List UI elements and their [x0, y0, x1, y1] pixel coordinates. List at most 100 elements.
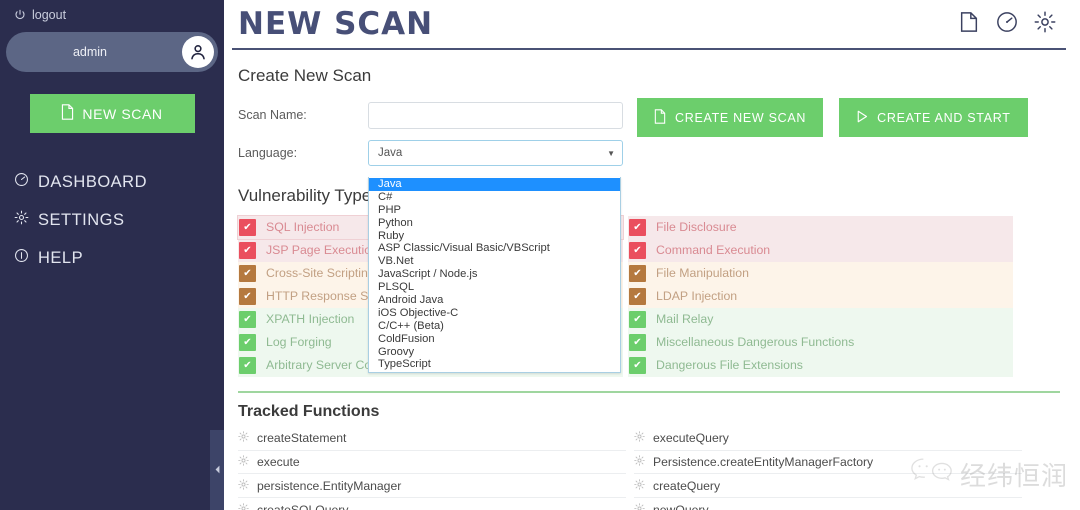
- topbar: NEW SCAN: [232, 0, 1066, 50]
- language-option[interactable]: PLSQL: [369, 281, 620, 294]
- language-option[interactable]: iOS Objective-C: [369, 307, 620, 320]
- check-icon[interactable]: ✔: [239, 287, 256, 305]
- vulnerability-row[interactable]: ✔ LDAP Injection: [628, 284, 1013, 308]
- user-name: admin: [72, 45, 108, 59]
- tracked-functions-title: Tracked Functions: [238, 402, 380, 420]
- document-icon: [61, 104, 74, 123]
- language-option[interactable]: JavaScript / Node.js: [369, 268, 620, 281]
- tracked-function-row[interactable]: createQuery: [634, 474, 1022, 499]
- tracked-function-row[interactable]: createStatement: [238, 427, 626, 451]
- sidebar-item-help[interactable]: HELP: [0, 239, 224, 277]
- check-icon[interactable]: ✔: [629, 218, 646, 236]
- check-icon[interactable]: ✔: [629, 356, 646, 374]
- user-chip[interactable]: admin: [6, 32, 218, 72]
- create-and-start-button[interactable]: CREATE AND START: [839, 98, 1028, 137]
- tracked-function-row[interactable]: Persistence.createEntityManagerFactory: [634, 451, 1022, 475]
- vulnerability-row[interactable]: ✔ Mail Relay: [628, 307, 1013, 331]
- play-icon: [856, 109, 868, 127]
- create-new-scan-label: CREATE NEW SCAN: [675, 110, 807, 125]
- language-option[interactable]: Ruby: [369, 230, 620, 243]
- check-icon[interactable]: ✔: [239, 310, 256, 328]
- language-option[interactable]: Groovy: [369, 346, 620, 359]
- new-scan-label: NEW SCAN: [82, 105, 163, 122]
- language-row: Language: Java ▼: [238, 134, 1066, 172]
- vulnerability-label: Cross-Site Scripting: [266, 266, 375, 281]
- tracked-function-row[interactable]: persistence.EntityManager: [238, 474, 626, 499]
- check-icon[interactable]: ✔: [239, 356, 256, 374]
- language-dropdown-list[interactable]: Java C# PHP Python Ruby ASP Classic/Visual Ba…: [368, 177, 621, 374]
- check-icon[interactable]: ✔: [629, 310, 646, 328]
- vulnerability-label: SQL Injection: [266, 220, 340, 235]
- language-select[interactable]: Java ▼: [368, 140, 623, 166]
- language-option[interactable]: TypeScript: [369, 358, 620, 371]
- gear-icon: [14, 210, 29, 230]
- check-icon[interactable]: ✔: [629, 333, 646, 351]
- info-icon: [14, 248, 29, 268]
- vulnerability-label: Dangerous File Extensions: [656, 358, 803, 373]
- check-icon[interactable]: ✔: [629, 264, 646, 282]
- vulnerability-label: XPATH Injection: [266, 312, 355, 327]
- vulnerability-column-right: ✔ File Disclosure ✔ Command Execution ✔ File …: [628, 216, 1013, 377]
- sidebar-item-label: HELP: [38, 248, 84, 267]
- gear-icon: [634, 502, 645, 510]
- vulnerability-label: File Disclosure: [656, 220, 737, 235]
- check-icon[interactable]: ✔: [239, 333, 256, 351]
- logout-button[interactable]: logout: [0, 0, 224, 30]
- check-icon[interactable]: ✔: [239, 241, 256, 259]
- language-label: Language:: [238, 146, 298, 160]
- language-option[interactable]: VB.Net: [369, 255, 620, 268]
- language-option[interactable]: PHP: [369, 204, 620, 217]
- section-divider: [238, 390, 1060, 393]
- tracked-function-row[interactable]: execute: [238, 451, 626, 475]
- gear-icon[interactable]: [1034, 11, 1056, 38]
- main-content: NEW SCAN Create New Scan Scan Name: Lang…: [224, 0, 1080, 510]
- tracked-functions-column-right: executeQuery Persistence.createEntityMana…: [634, 427, 1022, 510]
- sidebar-collapse-handle[interactable]: [210, 430, 224, 510]
- vulnerability-row[interactable]: ✔ Miscellaneous Dangerous Functions: [628, 330, 1013, 354]
- power-icon: [14, 9, 26, 21]
- sidebar-item-settings[interactable]: SETTINGS: [0, 201, 224, 239]
- gear-icon: [238, 479, 249, 493]
- tracked-function-label: createStatement: [257, 431, 347, 446]
- document-icon: [654, 108, 666, 127]
- tracked-functions-column-left: createStatement execute persistence.Entity…: [238, 427, 626, 510]
- sidebar-item-dashboard[interactable]: DASHBOARD: [0, 163, 224, 201]
- sidebar-nav: DASHBOARD SETTINGS HELP: [0, 163, 224, 277]
- gear-icon: [634, 431, 645, 445]
- tracked-function-row[interactable]: executeQuery: [634, 427, 1022, 451]
- check-icon[interactable]: ✔: [629, 287, 646, 305]
- scan-name-label: Scan Name:: [238, 108, 307, 122]
- user-avatar-icon: [182, 36, 214, 68]
- check-icon[interactable]: ✔: [629, 241, 646, 259]
- vulnerability-label: JSP Page Execution: [266, 243, 378, 258]
- language-option[interactable]: ColdFusion: [369, 333, 620, 346]
- language-option[interactable]: ASP Classic/Visual Basic/VBScript: [369, 242, 620, 255]
- tracked-function-label: createQuery: [653, 478, 721, 493]
- vulnerability-row[interactable]: ✔ Dangerous File Extensions: [628, 353, 1013, 377]
- check-icon[interactable]: ✔: [239, 218, 256, 236]
- language-option[interactable]: C#: [369, 191, 620, 204]
- language-option[interactable]: Java: [369, 178, 620, 191]
- check-icon[interactable]: ✔: [239, 264, 256, 282]
- gauge-icon[interactable]: [996, 11, 1018, 38]
- tracked-function-label: createSQLQuery: [257, 502, 349, 510]
- vulnerability-label: LDAP Injection: [656, 289, 738, 304]
- scan-name-input[interactable]: [368, 101, 623, 129]
- language-option[interactable]: Python: [369, 217, 620, 230]
- create-new-scan-title: Create New Scan: [238, 66, 372, 85]
- vulnerability-row[interactable]: ✔ File Disclosure: [628, 216, 1013, 239]
- create-new-scan-button[interactable]: CREATE NEW SCAN: [637, 98, 824, 137]
- language-option[interactable]: C/C++ (Beta): [369, 320, 620, 333]
- language-option[interactable]: Android Java: [369, 294, 620, 307]
- gear-icon: [238, 431, 249, 445]
- vulnerability-label: Miscellaneous Dangerous Functions: [656, 335, 855, 350]
- scan-form: Scan Name: Language: Java ▼ Java C# PHP Pyt…: [232, 96, 1066, 374]
- tracked-function-row[interactable]: newQuery: [634, 498, 1022, 510]
- document-icon[interactable]: [958, 11, 980, 38]
- vulnerability-row[interactable]: ✔ Command Execution: [628, 238, 1013, 262]
- gear-icon: [238, 455, 249, 469]
- vulnerability-label: Log Forging: [266, 335, 332, 350]
- new-scan-button[interactable]: NEW SCAN: [29, 94, 195, 133]
- vulnerability-row[interactable]: ✔ File Manipulation: [628, 261, 1013, 285]
- tracked-function-row[interactable]: createSQLQuery: [238, 498, 626, 510]
